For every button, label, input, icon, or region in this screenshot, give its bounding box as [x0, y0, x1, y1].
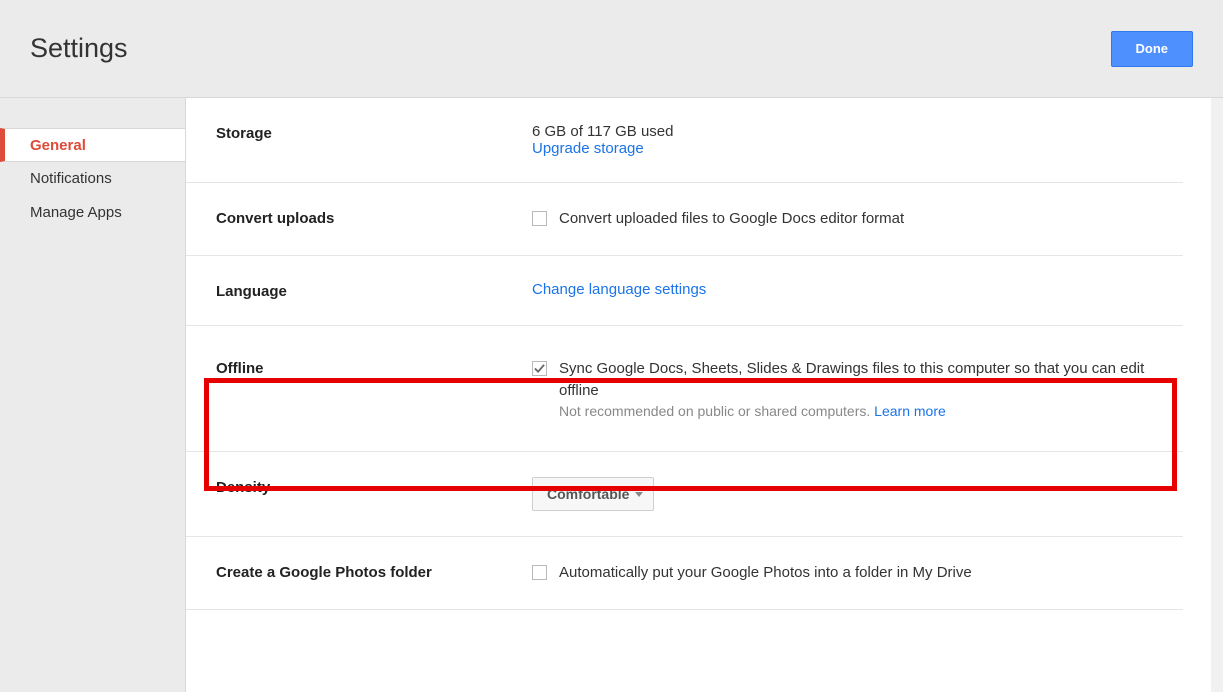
convert-label: Convert uploads [216, 208, 532, 230]
chevron-down-icon [635, 492, 643, 497]
photos-folder-section: Create a Google Photos folder Automatica… [186, 537, 1183, 610]
offline-hint: Not recommended on public or shared comp… [559, 403, 1183, 419]
settings-content: Storage 6 GB of 117 GB used Upgrade stor… [186, 98, 1223, 692]
convert-checkbox[interactable] [532, 211, 547, 226]
storage-usage: 6 GB of 117 GB used [532, 123, 1183, 140]
offline-checkbox[interactable] [532, 361, 547, 376]
density-dropdown[interactable]: Comfortable [532, 477, 654, 511]
convert-checkbox-label: Convert uploaded files to Google Docs ed… [559, 208, 904, 230]
settings-sidebar: General Notifications Manage Apps [0, 98, 186, 692]
offline-learn-more-link[interactable]: Learn more [874, 403, 946, 419]
sidebar-item-notifications[interactable]: Notifications [0, 162, 185, 196]
offline-section: Offline Sync Google Docs, Sheets, Slides… [186, 326, 1183, 453]
storage-section: Storage 6 GB of 117 GB used Upgrade stor… [186, 98, 1183, 183]
convert-uploads-section: Convert uploads Convert uploaded files t… [186, 183, 1183, 256]
storage-label: Storage [216, 123, 532, 157]
offline-label: Offline [216, 358, 532, 420]
language-label: Language [216, 281, 532, 300]
photos-checkbox-label: Automatically put your Google Photos int… [559, 562, 972, 584]
density-value: Comfortable [547, 486, 629, 502]
language-section: Language Change language settings [186, 256, 1183, 326]
photos-label: Create a Google Photos folder [216, 562, 532, 584]
offline-checkbox-label: Sync Google Docs, Sheets, Slides & Drawi… [559, 358, 1183, 402]
density-label: Density [216, 477, 532, 511]
change-language-link[interactable]: Change language settings [532, 281, 706, 298]
upgrade-storage-link[interactable]: Upgrade storage [532, 140, 1183, 157]
settings-header: Settings Done [0, 0, 1223, 98]
scrollbar[interactable] [1211, 98, 1223, 692]
sidebar-item-general[interactable]: General [0, 128, 186, 162]
done-button[interactable]: Done [1111, 31, 1194, 67]
page-title: Settings [30, 33, 128, 64]
sidebar-item-manage-apps[interactable]: Manage Apps [0, 196, 185, 230]
density-section: Density Comfortable [186, 452, 1183, 537]
photos-checkbox[interactable] [532, 565, 547, 580]
